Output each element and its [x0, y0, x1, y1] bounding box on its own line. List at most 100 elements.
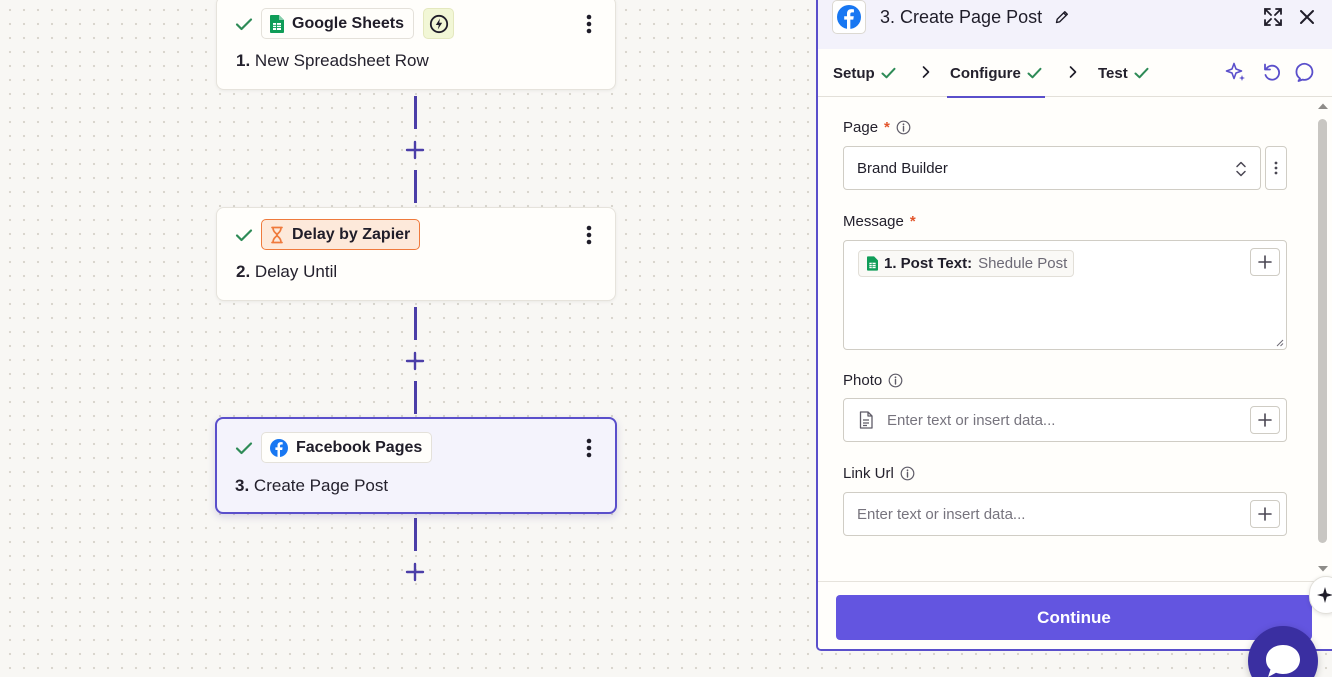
photo-input-placeholder: Enter text or insert data...	[887, 411, 1056, 429]
data-pill-key: 1. Post Text:	[884, 255, 973, 272]
chevron-up-down-icon	[1236, 161, 1246, 177]
pencil-icon[interactable]	[1054, 9, 1070, 25]
kebab-menu-icon	[586, 225, 592, 245]
file-icon	[859, 411, 873, 429]
app-name: Google Sheets	[292, 14, 405, 32]
app-pill-facebook-pages[interactable]: Facebook Pages	[261, 432, 433, 463]
add-step-button[interactable]	[404, 350, 426, 372]
app-pill-google-sheets[interactable]: Google Sheets	[261, 8, 415, 39]
configure-form: Page * Brand Builder Message * 1. Post T…	[818, 97, 1314, 581]
check-icon	[881, 67, 896, 79]
chat-bubble-icon	[1266, 645, 1300, 677]
add-step-button[interactable]	[404, 561, 426, 583]
field-label-text: Page	[843, 119, 879, 136]
data-pill-value: Shedule Post	[978, 255, 1068, 272]
link-url-input[interactable]: Enter text or insert data...	[843, 492, 1287, 536]
step-number: 3.	[235, 476, 250, 495]
connector-line	[414, 518, 417, 551]
step-name: New Spreadsheet Row	[254, 51, 429, 70]
panel-header: 3. Create Page Post	[818, 0, 1332, 49]
data-pill[interactable]: 1. Post Text: Shedule Post	[858, 250, 1075, 277]
check-icon	[235, 18, 253, 31]
scroll-thumb[interactable]	[1318, 119, 1327, 543]
step-title: 1. New Spreadsheet Row	[236, 51, 429, 71]
message-textarea[interactable]: 1. Post Text: Shedule Post	[843, 240, 1287, 350]
resize-handle-icon[interactable]	[1276, 339, 1284, 347]
photo-input[interactable]: Enter text or insert data...	[843, 398, 1287, 442]
sparkle-icon	[1317, 587, 1332, 603]
info-icon[interactable]	[896, 120, 911, 135]
undo-icon[interactable]	[1261, 61, 1283, 83]
tab-configure[interactable]: Configure	[947, 49, 1045, 98]
app-pill-delay-by-zapier[interactable]: Delay by Zapier	[261, 219, 421, 250]
plus-icon	[1258, 255, 1272, 269]
connector-line	[414, 170, 417, 203]
kebab-menu-icon	[586, 14, 592, 34]
plus-icon	[405, 351, 425, 371]
page-select-value: Brand Builder	[857, 159, 948, 177]
info-icon[interactable]	[900, 466, 915, 481]
check-icon	[235, 442, 253, 455]
app-name: Facebook Pages	[296, 438, 423, 456]
insert-data-button[interactable]	[1250, 500, 1280, 528]
ai-sparkle-icon[interactable]	[1225, 61, 1247, 83]
step-tabs: Setup Configure Test	[818, 49, 1332, 98]
tab-test[interactable]: Test	[1098, 49, 1149, 97]
hourglass-icon	[271, 226, 283, 243]
chevron-right-icon	[922, 66, 930, 78]
insert-data-button[interactable]	[1250, 406, 1280, 434]
scroll-down-icon[interactable]	[1317, 565, 1329, 573]
facebook-icon	[837, 5, 861, 29]
step-number: 1.	[236, 51, 251, 70]
link-url-field-label: Link Url	[843, 465, 915, 482]
facebook-icon	[270, 438, 288, 457]
kebab-menu-icon	[586, 438, 592, 458]
chevron-right-icon	[1069, 66, 1077, 78]
google-sheets-icon	[270, 14, 284, 33]
connector-line	[414, 307, 417, 340]
step-card-2[interactable]: Delay by Zapier 2. Delay Until	[216, 207, 616, 301]
scroll-up-icon[interactable]	[1317, 102, 1329, 110]
tab-setup[interactable]: Setup	[833, 49, 896, 97]
required-marker: *	[884, 119, 890, 136]
message-field-label: Message *	[843, 213, 916, 230]
lightning-icon	[429, 14, 448, 33]
tab-label: Setup	[833, 64, 875, 82]
comment-icon[interactable]	[1295, 61, 1317, 83]
field-label-text: Message	[843, 213, 904, 230]
plus-icon	[1258, 507, 1272, 521]
field-label-text: Photo	[843, 372, 883, 389]
panel-title: 3. Create Page Post	[880, 7, 1043, 27]
ai-assistant-button[interactable]	[1309, 576, 1332, 614]
add-step-button[interactable]	[404, 139, 426, 161]
tab-label: Test	[1098, 64, 1128, 82]
panel-app-icon	[832, 0, 866, 34]
google-sheets-icon	[867, 256, 878, 271]
connector-line	[414, 381, 417, 414]
info-icon[interactable]	[888, 373, 903, 388]
step-menu-button[interactable]	[577, 11, 601, 37]
panel-scrollbar[interactable]	[1314, 97, 1332, 581]
step-name: Delay Until	[254, 262, 338, 281]
close-icon[interactable]	[1298, 8, 1316, 26]
step-title: 3. Create Page Post	[235, 476, 388, 496]
insert-data-button[interactable]	[1250, 248, 1280, 276]
step-number: 2.	[236, 262, 251, 281]
step-menu-button[interactable]	[577, 222, 601, 248]
check-icon	[235, 229, 253, 242]
step-card-1[interactable]: Google Sheets 1. New Spreadsheet Row	[216, 0, 616, 90]
expand-icon[interactable]	[1262, 6, 1284, 28]
step-title: 2. Delay Until	[236, 262, 337, 282]
step-card-3[interactable]: Facebook Pages 3. Create Page Post	[215, 417, 617, 514]
step-name: Create Page Post	[253, 476, 389, 495]
page-select[interactable]: Brand Builder	[843, 146, 1261, 190]
plus-icon	[405, 140, 425, 160]
continue-button[interactable]: Continue	[836, 595, 1312, 640]
plus-icon	[405, 562, 425, 582]
page-field-label: Page *	[843, 119, 911, 136]
check-icon	[1027, 67, 1042, 79]
photo-field-label: Photo	[843, 372, 903, 389]
step-menu-button[interactable]	[577, 435, 601, 461]
page-options-button[interactable]	[1265, 146, 1287, 190]
tab-label: Configure	[950, 64, 1021, 82]
